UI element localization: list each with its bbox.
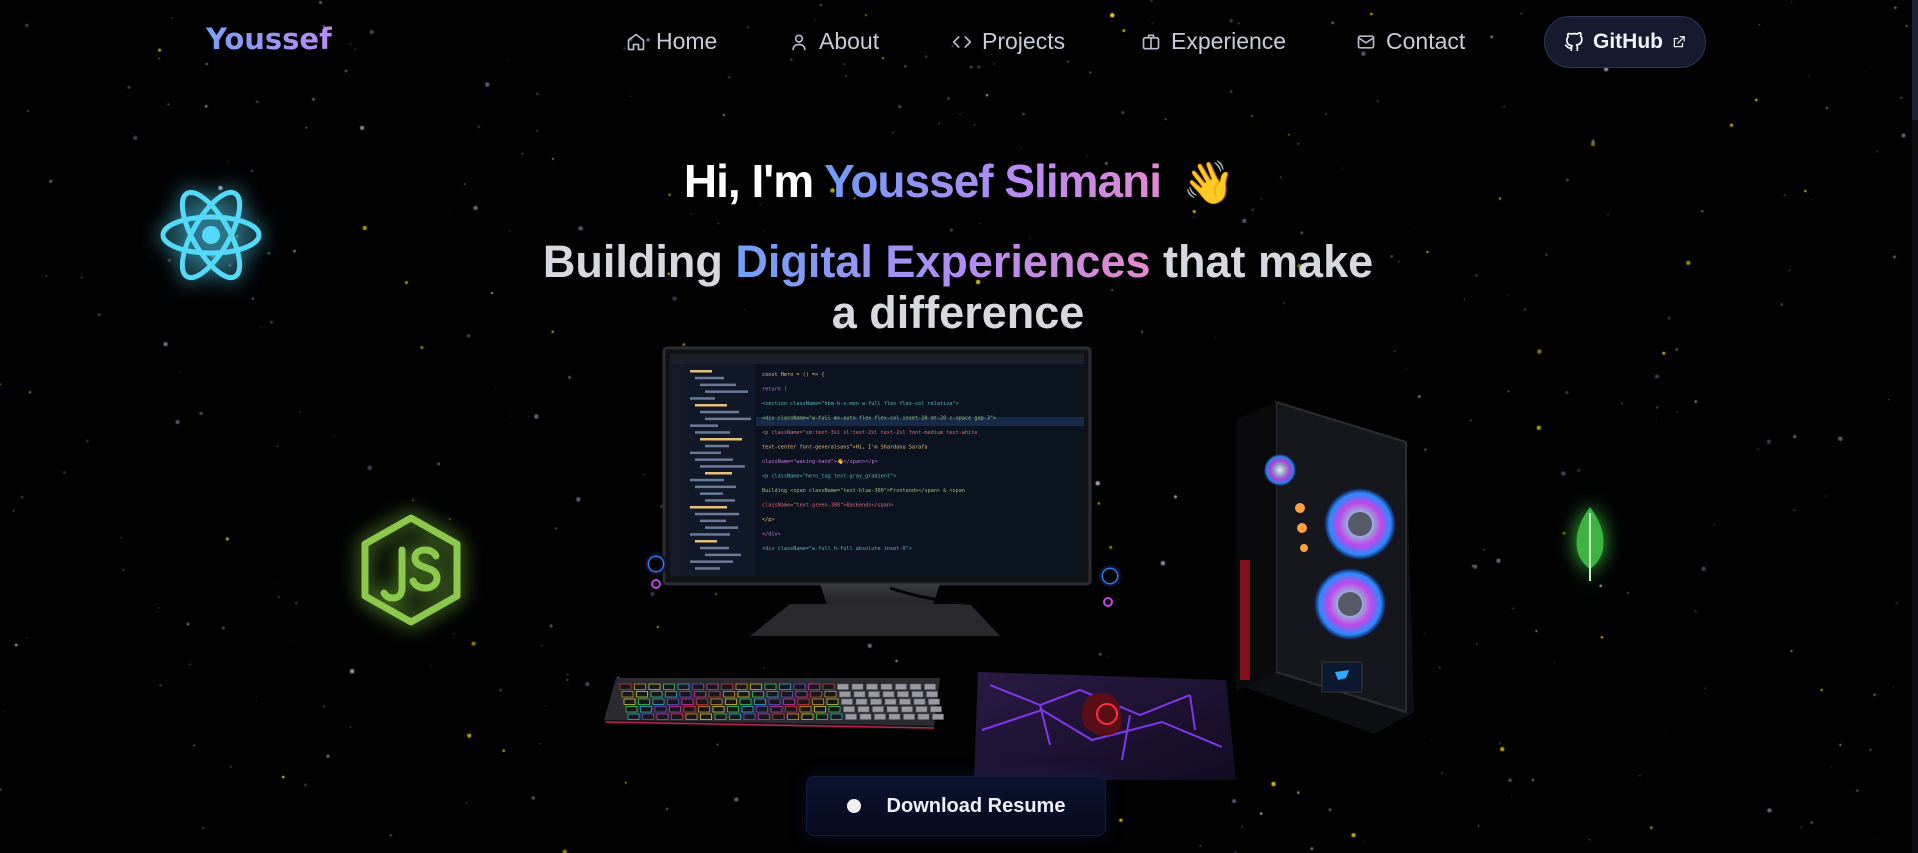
waving-hand-icon: 👋 [1182, 159, 1235, 206]
hero-name: Youssef Slimani [824, 155, 1162, 207]
code-line: className="waving-hand">👋</span></p> [762, 458, 878, 465]
page-scrollbar[interactable] [1912, 0, 1918, 853]
mongodb-leaf-icon [1576, 507, 1604, 581]
user-icon [792, 34, 806, 50]
briefcase-icon [1142, 34, 1160, 50]
speaker-right [1099, 565, 1121, 587]
external-link-icon [1673, 36, 1685, 48]
code-line: <p className="sm:text-3xl xl:text-2xl te… [762, 430, 978, 436]
nodejs-icon [361, 514, 461, 626]
code-line: text-center font-generalsans">Hi, I'm Sh… [762, 445, 928, 451]
pc-case [1236, 400, 1414, 734]
nav-about[interactable]: About [789, 28, 879, 55]
download-resume-label: Download Resume [886, 794, 1066, 817]
mail-icon [1357, 34, 1375, 49]
greeting-prefix: Hi, I'm [683, 155, 814, 207]
site-logo[interactable]: Youssef [206, 22, 332, 56]
mouse-pad [974, 672, 1236, 780]
code-line: <section className="hbm-b-s-mon w-full f… [762, 401, 959, 407]
nav-home[interactable]: Home [626, 28, 717, 55]
code-line: </p> [762, 517, 775, 523]
tagline-highlight: Digital Experiences [735, 236, 1151, 287]
tagline-start: Building [542, 236, 723, 287]
desk-setup-3d-illustration: const Hero = () => { return ( <section c… [604, 346, 1414, 780]
nav-home-label: Home [656, 28, 718, 54]
status-dot-icon [846, 799, 861, 813]
nav-experience[interactable]: Experience [1141, 28, 1286, 55]
code-line: Building <span className="text-blue-300"… [762, 488, 965, 494]
github-button-label: GitHub [1593, 30, 1663, 53]
code-line: const Hero = () => { [762, 372, 824, 378]
code-line: <p className="hero_tag text-gray_gradien… [762, 474, 896, 480]
hero-tagline: Building Digital Experiences that make a… [540, 236, 1376, 338]
github-icon [1564, 32, 1583, 52]
nav-experience-label: Experience [1171, 28, 1287, 54]
nav-contact[interactable]: Contact [1356, 28, 1465, 55]
nav-about-label: About [819, 28, 880, 54]
hero-greeting: Hi, I'm Youssef Slimani 👋 [0, 154, 1918, 208]
code-line: <div className="w-full mx-auto flex flex… [762, 416, 996, 422]
code-icon [952, 35, 972, 48]
code-line: className="text-green-300">Backends</spa… [762, 503, 893, 509]
code-line: return ( [762, 387, 787, 393]
nav-contact-label: Contact [1386, 28, 1466, 54]
github-button[interactable]: GitHub [1544, 16, 1706, 68]
nav-projects-label: Projects [982, 28, 1066, 54]
monitor: const Hero = () => { return ( <section c… [662, 346, 1092, 586]
top-navbar: Youssef Home About Projects Experience C… [0, 0, 1918, 84]
download-resume-button[interactable]: Download Resume [806, 776, 1106, 836]
nav-projects[interactable]: Projects [952, 28, 1065, 55]
speaker-left [645, 553, 667, 575]
code-line: </div> [762, 532, 781, 538]
react-icon [160, 189, 262, 281]
home-icon [627, 33, 645, 50]
keyboard [604, 678, 944, 730]
code-line: <div className="w-full h-full absolute i… [762, 546, 912, 552]
